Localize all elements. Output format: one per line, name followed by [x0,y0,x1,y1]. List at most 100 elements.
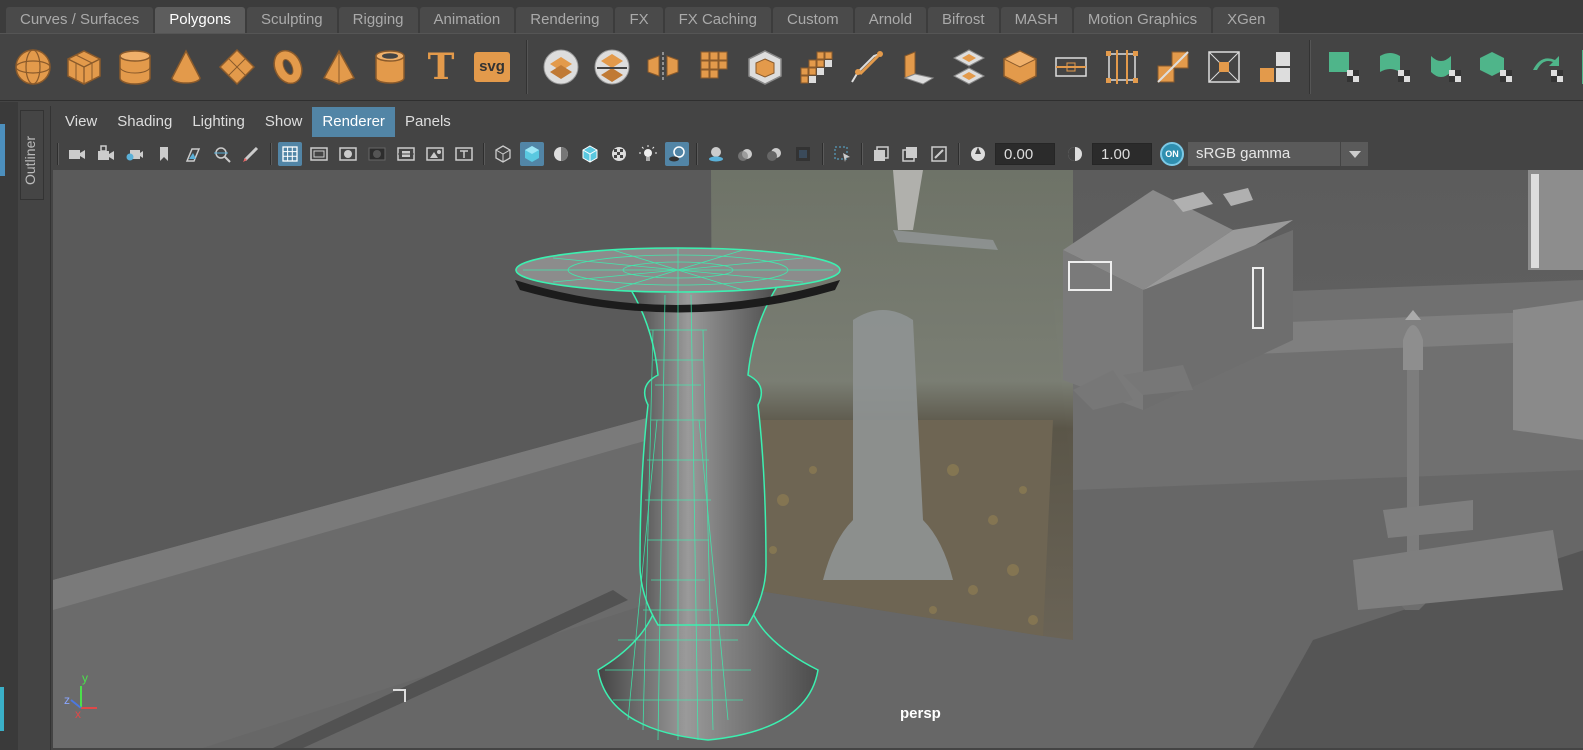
color-management-toggle[interactable]: ON [1160,142,1184,166]
textured-icon[interactable] [607,142,631,166]
mirror-icon[interactable] [644,46,682,88]
collapse-icon[interactable] [1205,46,1243,88]
shelf-tab-xgen[interactable]: XGen [1213,7,1280,33]
camera-attributes-icon[interactable] [123,142,147,166]
3d-viewport[interactable]: persp y x z [53,170,1583,748]
shelf-tab-fx-caching[interactable]: FX Caching [664,7,771,33]
exposure-icon[interactable] [966,142,990,166]
shelf-tab-animation[interactable]: Animation [419,7,515,33]
resolution-gate-icon[interactable] [336,142,360,166]
bevel-icon[interactable] [1001,46,1039,88]
type-tool-icon[interactable]: T [422,46,460,88]
multi-cut-icon[interactable] [1103,46,1141,88]
grease-pencil-icon[interactable] [239,142,263,166]
toolbar-separator [696,143,698,165]
poly-sphere-icon[interactable] [14,46,52,88]
default-material-icon[interactable] [549,142,573,166]
gamma-field[interactable]: 1.00 [1092,143,1152,165]
poly-torus-icon[interactable] [269,46,307,88]
combine-icon[interactable] [542,46,580,88]
menu-renderer[interactable]: Renderer [312,107,395,137]
xray-icon[interactable] [869,142,893,166]
wireframe-icon[interactable] [491,142,515,166]
insert-edge-loop-icon[interactable] [1052,46,1090,88]
field-chart-icon[interactable] [394,142,418,166]
outliner-tab-label[interactable]: Outliner [22,136,38,185]
wireframe-on-shaded-icon[interactable] [578,142,602,166]
uv-contour-icon[interactable] [1529,46,1567,88]
poly-pyramid-icon[interactable] [320,46,358,88]
target-weld-icon[interactable] [1154,46,1192,88]
use-all-lights-icon[interactable] [636,142,660,166]
extrude-icon[interactable] [899,46,937,88]
uv-automatic-icon[interactable] [1478,46,1516,88]
toolbar-separator [958,143,960,165]
shelf-tab-motion-graphics[interactable]: Motion Graphics [1073,7,1212,33]
gate-mask-icon[interactable] [365,142,389,166]
poly-pipe-icon[interactable] [371,46,409,88]
screen-space-ao-icon[interactable] [704,142,728,166]
shelf-tab-rigging[interactable]: Rigging [338,7,418,33]
rail-active-marker [0,687,4,731]
gamma-icon[interactable] [1063,142,1087,166]
axis-gizmo: y x z [64,671,97,720]
isolate-select-icon[interactable] [830,142,854,166]
svg-tool-icon[interactable]: svg [473,46,511,88]
axis-label-x: x [75,707,81,720]
shelf-tab-mash[interactable]: MASH [1000,7,1072,33]
shadows-icon[interactable] [665,142,689,166]
uv-planar-icon[interactable] [1325,46,1363,88]
uv-spherical-icon[interactable] [1427,46,1465,88]
menu-shading[interactable]: Shading [107,107,182,137]
shelf-tab-polygons[interactable]: Polygons [155,7,245,33]
poly-cone-icon[interactable] [167,46,205,88]
bookmark-icon[interactable] [152,142,176,166]
shelf-tab-arnold[interactable]: Arnold [854,7,927,33]
remesh-icon[interactable] [797,46,835,88]
shelf-tab-bifrost[interactable]: Bifrost [928,7,999,33]
poly-plane-icon[interactable] [218,46,256,88]
camera-label: persp [900,705,941,722]
grid-icon[interactable] [278,142,302,166]
maya-app: Curves / Surfaces Polygons Sculpting Rig… [0,0,1583,750]
chevron-down-icon[interactable] [1340,142,1368,166]
shelf-tab-rendering[interactable]: Rendering [516,7,614,33]
motion-blur-icon[interactable] [733,142,757,166]
toolbar-separator [483,143,485,165]
depth-of-field-icon[interactable] [791,142,815,166]
shelf-separator [1309,40,1311,94]
xray-joints-icon[interactable] [927,142,951,166]
select-camera-icon[interactable] [65,142,89,166]
film-gate-icon[interactable] [307,142,331,166]
sculpt-brush-icon[interactable] [848,46,886,88]
reduce-icon[interactable] [746,46,784,88]
safe-action-icon[interactable] [423,142,447,166]
toolbar-separator [861,143,863,165]
smooth-icon[interactable] [695,46,733,88]
poly-cube-icon[interactable] [65,46,103,88]
lock-camera-icon[interactable] [94,142,118,166]
shelf-tab-custom[interactable]: Custom [773,7,853,33]
shelf-tab-fx[interactable]: FX [615,7,663,33]
uv-cylindrical-icon[interactable] [1376,46,1414,88]
menu-view[interactable]: View [55,107,107,137]
safe-title-icon[interactable] [452,142,476,166]
rail-active-marker [0,124,5,176]
shelf-tab-sculpting[interactable]: Sculpting [246,7,337,33]
separate-icon[interactable] [593,46,631,88]
view-transform-dropdown[interactable]: sRGB gamma [1188,142,1368,166]
menu-lighting[interactable]: Lighting [182,107,255,137]
menu-panels[interactable]: Panels [395,107,461,137]
two-d-pan-zoom-icon[interactable] [210,142,234,166]
bridge-icon[interactable] [950,46,988,88]
multisample-aa-icon[interactable] [762,142,786,166]
xray-active-components-icon[interactable] [898,142,922,166]
toolbar-separator [822,143,824,165]
poly-cylinder-icon[interactable] [116,46,154,88]
shelf-tab-curves-surfaces[interactable]: Curves / Surfaces [6,7,154,33]
smooth-shade-icon[interactable] [520,142,544,166]
image-plane-icon[interactable] [181,142,205,166]
menu-show[interactable]: Show [255,107,313,137]
exposure-field[interactable]: 0.00 [995,143,1055,165]
merge-icon[interactable] [1256,46,1294,88]
